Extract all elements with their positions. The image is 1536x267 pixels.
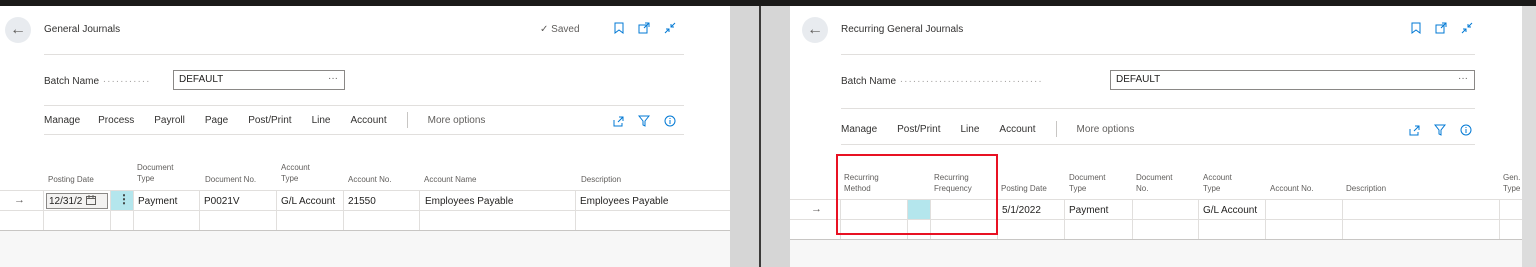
col-document-type[interactable]: Document Type (1069, 172, 1119, 194)
action-line[interactable]: Line (961, 124, 980, 135)
cell-document-type[interactable]: Payment (1069, 205, 1108, 216)
action-payroll[interactable]: Payroll (154, 115, 185, 126)
share-icon[interactable] (612, 114, 624, 132)
batch-name-input[interactable]: DEFAULT ··· (173, 70, 345, 90)
info-icon[interactable] (664, 114, 676, 132)
col-account-type[interactable]: Account Type (1203, 172, 1243, 194)
cell-posting-date[interactable]: 5/1/2022 (1002, 205, 1041, 216)
bookmark-icon[interactable] (1411, 22, 1421, 34)
col-account-type[interactable]: Account Type (281, 162, 321, 184)
action-separator (1055, 121, 1057, 137)
share-icon[interactable] (1408, 123, 1420, 141)
open-new-window-icon[interactable] (638, 22, 650, 34)
pane-divider (759, 6, 761, 267)
annotation-highlight-box (836, 154, 998, 235)
header-divider (841, 54, 1475, 55)
col-description[interactable]: Description (581, 174, 621, 185)
col-document-type[interactable]: Document Type (137, 162, 187, 184)
action-post-print[interactable]: Post/Print (897, 124, 940, 135)
back-button[interactable]: ← (802, 17, 828, 43)
row-arrow-icon: → (811, 203, 822, 215)
more-options-button[interactable]: More options (428, 115, 486, 126)
actionbar-top-line (841, 108, 1475, 109)
row-arrow-icon: → (14, 194, 25, 206)
checkmark-icon: ✓ (540, 24, 549, 35)
back-arrow-icon: ← (807, 21, 823, 38)
action-process[interactable]: Process (98, 115, 134, 126)
cell-account-type[interactable]: G/L Account (281, 196, 335, 207)
info-icon[interactable] (1460, 123, 1472, 141)
batch-lookup-button[interactable]: ··· (328, 73, 338, 84)
posting-date-input[interactable]: 12/31/2 (46, 193, 108, 209)
col-document-no[interactable]: Document No. (205, 174, 256, 185)
collapse-icon[interactable] (664, 22, 676, 34)
header-icons (614, 22, 676, 34)
action-post-print[interactable]: Post/Print (248, 115, 291, 126)
toolbar-icons (1408, 123, 1472, 141)
more-options-button[interactable]: More options (1077, 124, 1135, 135)
action-account[interactable]: Account (999, 124, 1035, 135)
collapse-icon[interactable] (1461, 22, 1473, 34)
cell-description[interactable]: Employees Payable (580, 196, 668, 207)
right-edge-strip (1522, 6, 1536, 267)
col-posting-date[interactable]: Posting Date (1001, 183, 1047, 194)
col-account-no[interactable]: Account No. (348, 174, 392, 185)
action-bar: Manage Post/Print Line Account More opti… (841, 121, 1154, 137)
action-page[interactable]: Page (205, 115, 228, 126)
batch-name-label: Batch Name ·····························… (841, 76, 1043, 87)
action-manage[interactable]: Manage (44, 115, 80, 126)
page-title: Recurring General Journals (841, 24, 964, 35)
actionbar-bottom-line (44, 134, 684, 135)
col-posting-date[interactable]: Posting Date (48, 174, 94, 185)
col-document-no[interactable]: Document No. (1136, 172, 1186, 194)
cell-document-no[interactable]: P0021V (204, 196, 240, 207)
action-separator (406, 112, 408, 128)
actionbar-top-line (44, 105, 684, 106)
cell-document-type[interactable]: Payment (138, 196, 177, 207)
action-manage[interactable]: Manage (841, 124, 877, 135)
action-account[interactable]: Account (350, 115, 386, 126)
cell-account-name[interactable]: Employees Payable (425, 196, 513, 207)
calendar-icon[interactable] (86, 194, 97, 208)
col-account-no[interactable]: Account No. (1270, 183, 1314, 194)
grid-footer-area (790, 240, 1536, 267)
general-journals-pane: ← General Journals ✓ Saved Batch Name ··… (0, 6, 730, 267)
saved-status: ✓ Saved (540, 24, 580, 35)
open-new-window-icon[interactable] (1435, 22, 1447, 34)
grid-footer-area (0, 231, 730, 267)
col-description[interactable]: Description (1346, 183, 1386, 194)
actionbar-bottom-line (841, 144, 1475, 145)
filter-icon[interactable] (637, 114, 651, 132)
batch-lookup-button[interactable]: ··· (1458, 73, 1468, 84)
bookmark-icon[interactable] (614, 22, 624, 34)
header-icons (1411, 22, 1473, 34)
filter-icon[interactable] (1433, 123, 1447, 141)
back-arrow-icon: ← (10, 21, 26, 38)
row-action-cell[interactable]: ⋮ (111, 191, 133, 210)
page-title: General Journals (44, 24, 121, 35)
header-divider (44, 54, 684, 55)
kebab-icon[interactable]: ⋮ (118, 192, 130, 206)
toolbar-icons (612, 114, 676, 132)
cell-account-no[interactable]: 21550 (348, 196, 376, 207)
col-account-name[interactable]: Account Name (424, 174, 476, 185)
back-button[interactable]: ← (5, 17, 31, 43)
batch-name-label: Batch Name ··········· (44, 76, 151, 87)
batch-name-input[interactable]: DEFAULT ··· (1110, 70, 1475, 90)
cell-account-type[interactable]: G/L Account (1203, 205, 1257, 216)
recurring-general-journals-pane: ← Recurring General Journals Batch Name … (790, 6, 1536, 267)
action-bar: Manage Process Payroll Page Post/Print L… (44, 112, 505, 128)
action-line[interactable]: Line (312, 115, 331, 126)
